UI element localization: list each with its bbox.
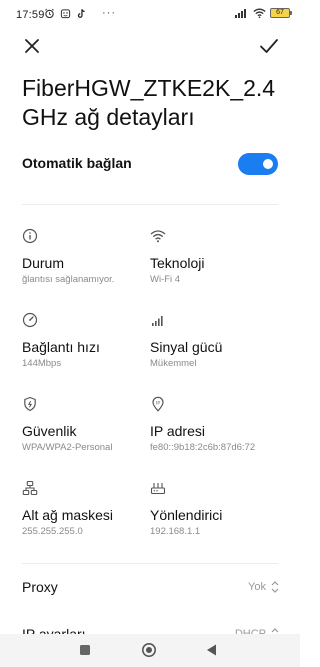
detail-label: Teknoloji [150, 255, 205, 271]
status-time: 17:59 [16, 9, 45, 21]
battery-icon: 67 [270, 8, 292, 18]
detail-value: WPA/WPA2-Personal [22, 442, 113, 453]
detail-value: 144Mbps [22, 358, 62, 369]
detail-value: 255.255.255.0 [22, 526, 83, 537]
wifi-icon [253, 8, 266, 18]
detail-value: ğlantısı sağlanamıyor. [22, 274, 115, 285]
router-icon [150, 483, 166, 495]
signal-bars-icon [152, 316, 163, 326]
square-icon[interactable] [77, 642, 93, 658]
auto-connect-toggle[interactable] [238, 153, 278, 175]
detail-label: Durum [22, 255, 65, 271]
alarm-icon [45, 8, 54, 19]
speedometer-icon [22, 312, 38, 328]
detail-value: Mükemmel [150, 358, 197, 369]
svg-text:IP: IP [156, 400, 160, 405]
circle-home-icon[interactable] [141, 642, 157, 658]
face-icon [60, 9, 71, 19]
status-bar: 17:59 ··· 67 [0, 0, 300, 30]
proxy-label: Proxy [22, 579, 58, 595]
detail-label: IP adresi [150, 423, 205, 439]
page-title: FiberHGW_ZTKE2K_2.4 GHz ağ detayları [22, 75, 276, 130]
top-bar [0, 34, 300, 58]
signal-icon [235, 9, 246, 18]
navigation-bar [0, 634, 300, 667]
close-icon[interactable] [22, 36, 42, 56]
wifi-icon [150, 230, 166, 243]
detail-value: Wi-Fi 4 [150, 274, 181, 285]
triangle-back-icon[interactable] [204, 642, 220, 658]
location-pin-icon: IP [152, 396, 164, 412]
status-more-dots: ··· [102, 7, 116, 19]
detail-signal-strength: Sinyal gücü Mükemmel [150, 312, 280, 369]
detail-label: Sinyal gücü [150, 339, 223, 355]
tiktok-icon [77, 9, 85, 18]
divider [22, 204, 278, 205]
detail-label: Bağlantı hızı [22, 339, 100, 355]
detail-status: Durum ğlantısı sağlanamıyor. [22, 228, 152, 285]
up-down-chevron-icon [271, 581, 279, 593]
detail-value: fe80::9b18:2c6b:87d6:72 [150, 442, 256, 453]
detail-security: Güvenlik WPA/WPA2-Personal [22, 396, 152, 453]
auto-connect-row[interactable]: Otomatik bağlan [22, 152, 280, 176]
detail-label: Güvenlik [22, 423, 77, 439]
detail-subnet-mask: Alt ağ maskesi 255.255.255.0 [22, 480, 152, 537]
proxy-row[interactable]: Proxy Yok [22, 575, 280, 601]
network-tree-icon [22, 480, 38, 496]
detail-value: 192.168.1.1 [150, 526, 201, 537]
detail-label: Alt ağ maskesi [22, 507, 114, 523]
proxy-value: Yok [248, 581, 266, 593]
shield-icon [24, 396, 36, 412]
auto-connect-label: Otomatik bağlan [22, 155, 132, 171]
toggle-knob [263, 159, 273, 169]
detail-label: Yönlendirici [150, 507, 223, 523]
detail-technology: Teknoloji Wi-Fi 4 [150, 228, 280, 285]
check-icon[interactable] [258, 36, 280, 56]
divider [22, 563, 278, 564]
info-icon [22, 228, 38, 244]
detail-ip-address: IP IP adresi fe80::9b18:2c6b:87d6:72 [150, 396, 280, 453]
detail-link-speed: Bağlantı hızı 144Mbps [22, 312, 152, 369]
detail-router: Yönlendirici 192.168.1.1 [150, 480, 280, 537]
